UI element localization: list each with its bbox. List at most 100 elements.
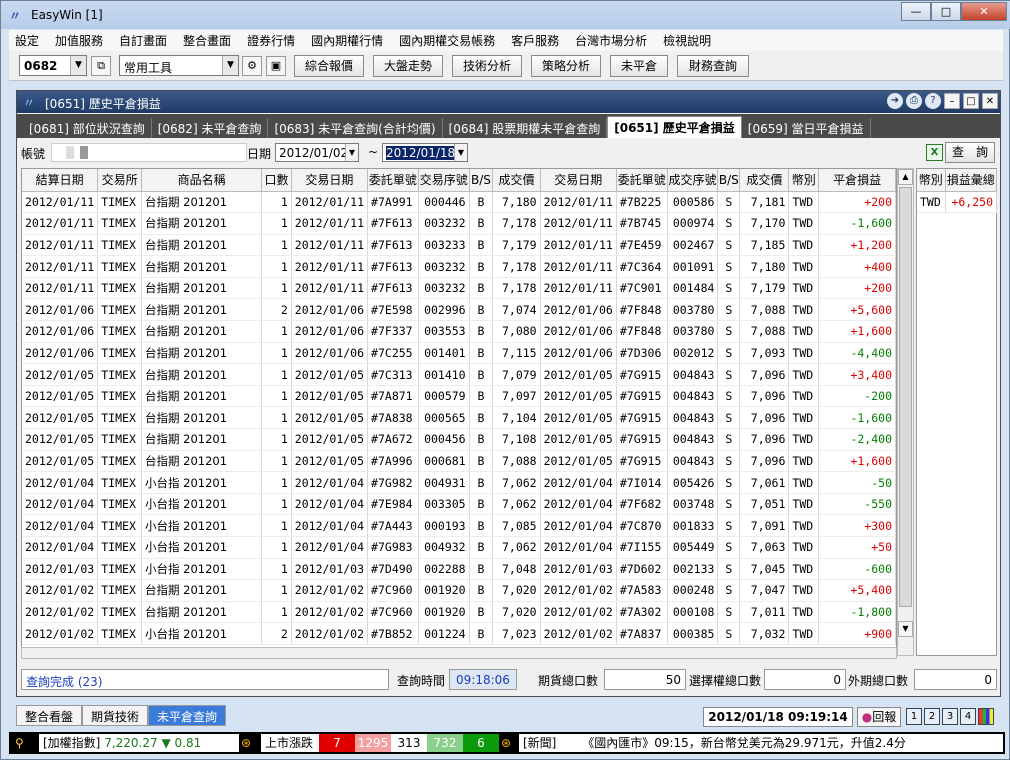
table-row[interactable]: 2012/01/11 TIMEX 台指期 201201 1 2012/01/11 #7F6… xyxy=(22,234,896,257)
col-close-trade-seq[interactable]: 成交序號 xyxy=(667,169,719,192)
col-open-price[interactable]: 成交價 xyxy=(492,169,541,192)
print-icon[interactable]: ⎙ xyxy=(906,93,922,109)
page-3-button[interactable]: 3 xyxy=(942,708,958,725)
strategy-analysis-button[interactable]: 策略分析 xyxy=(531,55,601,77)
tab-0682[interactable]: [0682] 未平倉查詢 xyxy=(152,118,269,138)
col-close-price[interactable]: 成交價 xyxy=(739,169,790,192)
report-button[interactable]: ●回報 xyxy=(857,707,901,727)
quote-button[interactable]: 綜合報價 xyxy=(294,55,364,77)
col-open-trade-seq[interactable]: 交易序號 xyxy=(418,169,470,192)
grid-layout-icon[interactable] xyxy=(978,708,994,725)
link-icon[interactable]: ➜ xyxy=(887,93,903,109)
menu-item-stock-quotes[interactable]: 證券行情 xyxy=(247,32,295,49)
col-settle-date[interactable]: 結算日期 xyxy=(22,169,99,192)
table-row[interactable]: 2012/01/05 TIMEX 台指期 201201 1 2012/01/05 #7A6… xyxy=(22,428,896,451)
menu-item-value-added[interactable]: 加值服務 xyxy=(55,32,103,49)
menu-item-domestic-futures-quotes[interactable]: 國內期權行情 xyxy=(311,32,383,49)
help-icon[interactable]: ? xyxy=(925,93,941,109)
table-row[interactable]: 2012/01/04 TIMEX 小台指 201201 1 2012/01/04 #7G9… xyxy=(22,536,896,559)
table-row[interactable]: 2012/01/06 TIMEX 台指期 201201 1 2012/01/06 #7F3… xyxy=(22,320,896,343)
chevron-down-circle-icon[interactable]: ⊛ xyxy=(501,734,511,752)
workspace-tab-open-position[interactable]: 未平倉查詢 xyxy=(148,705,227,726)
col-open-trade-date[interactable]: 交易日期 xyxy=(291,169,369,192)
technical-analysis-button[interactable]: 技術分析 xyxy=(452,55,522,77)
col-open-bs[interactable]: B/S xyxy=(469,169,494,192)
page-1-button[interactable]: 1 xyxy=(906,708,922,725)
col-close-trade-date[interactable]: 交易日期 xyxy=(540,169,617,192)
scroll-down-icon[interactable]: ▼ xyxy=(898,621,913,637)
minimize-button[interactable]: — xyxy=(901,2,931,21)
table-row[interactable]: 2012/01/03 TIMEX 小台指 201201 1 2012/01/03 #7D4… xyxy=(22,558,896,581)
table-row[interactable]: 2012/01/06 TIMEX 台指期 201201 1 2012/01/06 #7C2… xyxy=(22,342,896,365)
child-close-button[interactable]: ✕ xyxy=(982,93,998,109)
table-row[interactable]: 2012/01/02 TIMEX 台指期 201201 1 2012/01/02 #7C9… xyxy=(22,601,896,624)
common-tools-select[interactable]: 常用工具 ▼ xyxy=(119,55,239,76)
date-to-picker[interactable]: 2012/01/18 ▼ xyxy=(382,143,468,162)
table-row[interactable]: 2012/01/05 TIMEX 台指期 201201 1 2012/01/05 #7A9… xyxy=(22,450,896,473)
new-window-icon[interactable]: ▣ xyxy=(266,56,286,76)
col-qty[interactable]: 口數 xyxy=(261,169,292,192)
date-from-picker[interactable]: 2012/01/02 ▼ xyxy=(275,143,359,162)
table-row[interactable]: 2012/01/02 TIMEX 小台指 201201 2 2012/01/02 #7B8… xyxy=(22,622,896,645)
col-close-bs[interactable]: B/S xyxy=(717,169,741,192)
tab-0681[interactable]: [0681] 部位狀況查詢 xyxy=(23,118,152,138)
financial-query-button[interactable]: 財務查詢 xyxy=(677,55,749,77)
menu-item-market-analysis[interactable]: 台灣市場分析 xyxy=(575,32,647,49)
menu-item-custom-screen[interactable]: 自訂畫面 xyxy=(119,32,167,49)
vertical-scrollbar[interactable]: ▲ ▼ xyxy=(897,168,914,656)
col-currency[interactable]: 幣別 xyxy=(788,169,820,192)
excel-export-icon[interactable]: X xyxy=(926,144,943,161)
table-row[interactable]: 2012/01/04 TIMEX 小台指 201201 1 2012/01/04 #7G9… xyxy=(22,471,896,494)
table-row[interactable]: 2012/01/05 TIMEX 台指期 201201 1 2012/01/05 #7A8… xyxy=(22,385,896,408)
function-code-select[interactable]: 0682 ▼ xyxy=(19,55,87,76)
account-field[interactable] xyxy=(51,143,247,162)
query-button[interactable]: 查 詢 xyxy=(945,142,995,163)
table-row[interactable]: 2012/01/06 TIMEX 台指期 201201 2 2012/01/06 #7E5… xyxy=(22,298,896,322)
menu-item-customer-service[interactable]: 客戶服務 xyxy=(511,32,559,49)
workspace-tab-integrated[interactable]: 整合看盤 xyxy=(16,705,83,726)
scroll-thumb[interactable] xyxy=(899,187,912,607)
scroll-up-icon[interactable]: ▲ xyxy=(898,169,913,185)
horizontal-scrollbar[interactable] xyxy=(21,647,897,659)
summary-col-total[interactable]: 損益彙總 xyxy=(945,169,997,192)
table-row[interactable]: 2012/01/04 TIMEX 小台指 201201 1 2012/01/04 #7E9… xyxy=(22,493,896,516)
col-exchange[interactable]: 交易所 xyxy=(97,169,142,192)
table-row[interactable]: 2012/01/11 TIMEX 台指期 201201 1 2012/01/11 #7F6… xyxy=(22,255,896,278)
col-pnl[interactable]: 平倉損益 xyxy=(818,169,896,192)
table-row[interactable]: 2012/01/11 TIMEX 台指期 201201 1 2012/01/11 #7F6… xyxy=(22,277,896,300)
page-4-button[interactable]: 4 xyxy=(960,708,976,725)
table-row[interactable]: 2012/01/11 TIMEX 台指期 201201 1 2012/01/11 #7F6… xyxy=(22,212,896,235)
news-panel[interactable]: [新聞] 《國內匯市》09:15，新台幣兌美元為29.971元，升值2.4分 xyxy=(519,734,1003,752)
child-maximize-button[interactable]: □ xyxy=(963,93,979,109)
col-close-order-no[interactable]: 委託單號 xyxy=(616,169,668,192)
maximize-button[interactable]: □ xyxy=(931,2,961,21)
table-row[interactable]: 2012/01/05 TIMEX 台指期 201201 1 2012/01/05 #7C3… xyxy=(22,363,896,386)
menu-item-integrated-screen[interactable]: 整合畫面 xyxy=(183,32,231,49)
menu-item-help[interactable]: 檢視說明 xyxy=(663,32,711,49)
table-row[interactable]: 2012/01/04 TIMEX 小台指 201201 1 2012/01/04 #7A4… xyxy=(22,514,896,537)
page-2-button[interactable]: 2 xyxy=(924,708,940,725)
search-window-icon[interactable]: ⧉ xyxy=(91,56,111,76)
table-row[interactable]: 2012/01/11 TIMEX 台指期 201201 1 2012/01/11 #7A9… xyxy=(22,191,896,214)
cell-close-trade-date: 2012/01/06 xyxy=(540,320,617,343)
tab-0651[interactable]: [0651] 歷史平倉損益 xyxy=(607,116,742,138)
table-row[interactable]: 2012/01/05 TIMEX 台指期 201201 1 2012/01/05 #7A8… xyxy=(22,406,896,430)
close-button[interactable]: ✕ xyxy=(961,2,1007,21)
col-product[interactable]: 商品名稱 xyxy=(141,169,263,192)
tab-0684[interactable]: [0684] 股票期權未平倉查詢 xyxy=(443,118,608,138)
summary-row[interactable]: TWD +6,250 xyxy=(917,191,997,214)
gear-icon[interactable]: ⚙ xyxy=(242,56,262,76)
open-position-button[interactable]: 未平倉 xyxy=(610,55,668,77)
col-open-order-no[interactable]: 委託單號 xyxy=(367,169,419,192)
workspace-tab-futures-tech[interactable]: 期貨技術 xyxy=(82,705,149,726)
menu-item-settings[interactable]: 設定 xyxy=(15,32,39,49)
tab-0659[interactable]: [0659] 當日平倉損益 xyxy=(742,118,871,138)
summary-col-currency[interactable]: 幣別 xyxy=(917,169,946,192)
index-panel[interactable]: [加權指數] 7,220.27 ▼ 0.81 xyxy=(39,734,239,752)
chevron-down-circle-icon[interactable]: ⊛ xyxy=(241,734,251,752)
child-minimize-button[interactable]: – xyxy=(944,93,960,109)
tab-0683[interactable]: [0683] 未平倉查詢(合計均價) xyxy=(268,118,443,138)
menu-item-domestic-futures-accounts[interactable]: 國內期權交易帳務 xyxy=(399,32,495,49)
table-row[interactable]: 2012/01/02 TIMEX 台指期 201201 1 2012/01/02 #7C9… xyxy=(22,579,896,602)
market-trend-button[interactable]: 大盤走勢 xyxy=(373,55,443,77)
